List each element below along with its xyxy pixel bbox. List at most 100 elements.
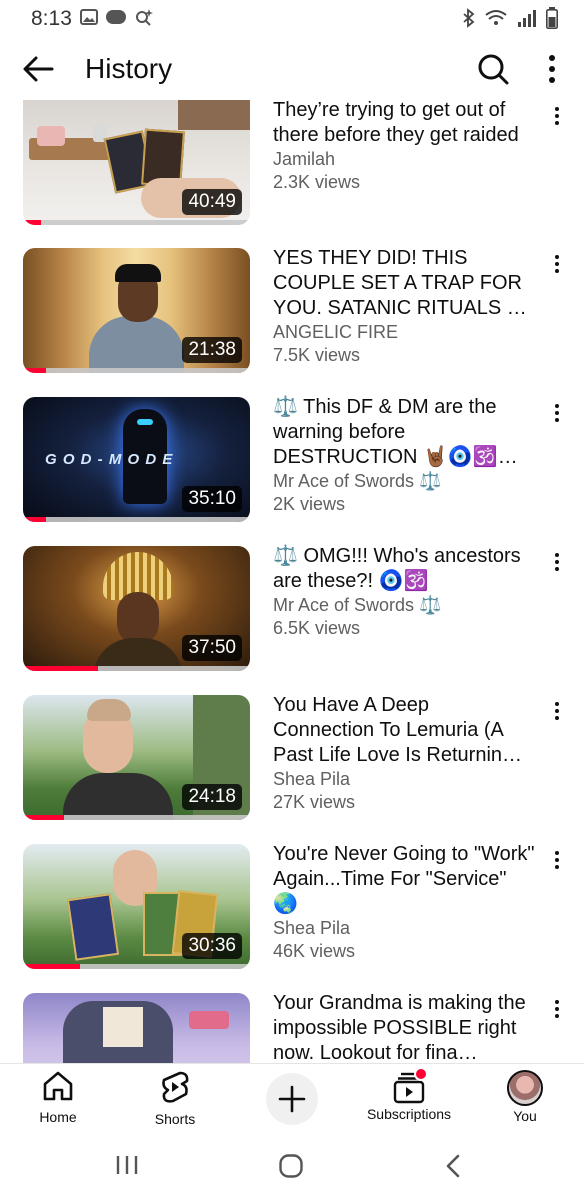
home-icon xyxy=(43,1071,73,1101)
video-thumbnail[interactable]: 21:38 xyxy=(23,248,250,373)
video-duration: 35:10 xyxy=(182,486,242,512)
wifi-icon xyxy=(485,10,507,25)
watch-progress-bar xyxy=(23,815,64,820)
video-thumbnail[interactable]: 40:49 xyxy=(23,100,250,225)
avatar xyxy=(507,1070,543,1106)
home-system-icon[interactable] xyxy=(278,1153,304,1179)
view-count: 46K views xyxy=(273,941,356,961)
back-arrow-icon[interactable] xyxy=(22,54,56,84)
news-icon xyxy=(106,10,126,24)
video-item[interactable]: 30:36 You're Never Going to "Work" Again… xyxy=(0,842,584,972)
back-system-icon[interactable] xyxy=(444,1153,462,1179)
channel-name: Mr Ace of Swords ⚖️ xyxy=(273,595,442,615)
view-count: 6.5K views xyxy=(273,618,361,638)
video-item[interactable]: Your Grandma is making the impossible PO… xyxy=(0,991,584,1063)
watch-progress-track xyxy=(23,368,250,373)
smart-search-icon xyxy=(136,9,153,26)
video-thumbnail[interactable]: 37:50 xyxy=(23,546,250,671)
video-meta: You're Never Going to "Work" Again...Tim… xyxy=(273,842,535,963)
watch-progress-track xyxy=(23,220,250,225)
video-options-icon[interactable] xyxy=(548,550,566,574)
more-vertical-icon[interactable] xyxy=(540,52,564,86)
channel-name: ANGELIC FIRE xyxy=(273,322,399,342)
video-title[interactable]: ⚖️ OMG!!! Who's ancestors are these?! 🧿🕉… xyxy=(273,544,535,594)
channel-name: Shea Pila xyxy=(273,769,351,789)
bluetooth-icon xyxy=(463,8,475,28)
search-icon[interactable] xyxy=(476,52,510,86)
video-duration: 24:18 xyxy=(182,784,242,810)
notification-dot xyxy=(414,1067,428,1081)
video-item[interactable]: 21:38 YES THEY DID! THIS COUPLE SET A TR… xyxy=(0,246,584,376)
bottom-navigation: Home Shorts Subscriptions You xyxy=(0,1063,584,1130)
nav-subscriptions-label: Subscriptions xyxy=(366,1106,452,1122)
video-meta: ⚖️ OMG!!! Who's ancestors are these?! 🧿🕉… xyxy=(273,544,535,640)
watch-progress-track xyxy=(23,815,250,820)
watch-progress-track xyxy=(23,517,250,522)
watch-progress-bar xyxy=(23,666,98,671)
shorts-icon xyxy=(162,1071,189,1103)
nav-home[interactable]: Home xyxy=(30,1070,86,1125)
video-thumbnail[interactable]: 24:18 xyxy=(23,695,250,820)
video-thumbnail[interactable]: 30:36 xyxy=(23,844,250,969)
video-duration: 21:38 xyxy=(182,337,242,363)
channel-name: Mr Ace of Swords ⚖️ xyxy=(273,471,442,491)
channel-name: Shea Pila xyxy=(273,918,351,938)
video-meta: Your Grandma is making the impossible PO… xyxy=(273,991,535,1063)
video-options-icon[interactable] xyxy=(548,104,566,128)
history-list: 40:49 They’re trying to get out of there… xyxy=(0,100,584,1063)
video-meta: You Have A Deep Connection To Lemuria (A… xyxy=(273,693,535,814)
nav-you-label: You xyxy=(513,1108,537,1124)
video-item[interactable]: 24:18 You Have A Deep Connection To Lemu… xyxy=(0,693,584,823)
nav-shorts[interactable]: Shorts xyxy=(146,1070,204,1127)
watch-progress-track xyxy=(23,666,250,671)
video-title[interactable]: ⚖️ This DF & DM are the warning before D… xyxy=(273,395,535,470)
video-options-icon[interactable] xyxy=(548,699,566,723)
battery-icon xyxy=(546,7,558,29)
watch-progress-bar xyxy=(23,220,42,225)
video-thumbnail[interactable]: G O D - M O D E 35:10 xyxy=(23,397,250,522)
view-count: 2.3K views xyxy=(273,172,361,192)
video-options-icon[interactable] xyxy=(548,848,566,872)
video-meta: YES THEY DID! THIS COUPLE SET A TRAP FOR… xyxy=(273,246,535,367)
video-duration: 37:50 xyxy=(182,635,242,661)
watch-progress-bar xyxy=(23,964,80,969)
view-count: 27K views xyxy=(273,792,356,812)
nav-you[interactable]: You xyxy=(502,1070,548,1124)
watch-progress-track xyxy=(23,964,250,969)
plus-icon xyxy=(278,1085,306,1113)
video-title[interactable]: You Have A Deep Connection To Lemuria (A… xyxy=(273,693,535,768)
video-meta: ⚖️ This DF & DM are the warning before D… xyxy=(273,395,535,516)
watch-progress-bar xyxy=(23,517,46,522)
recent-apps-icon[interactable] xyxy=(115,1154,139,1176)
create-button[interactable] xyxy=(266,1073,318,1125)
status-time: 8:13 xyxy=(31,7,72,30)
video-duration: 30:36 xyxy=(182,933,242,959)
page-title: History xyxy=(85,53,173,84)
video-options-icon[interactable] xyxy=(548,252,566,276)
nav-home-label: Home xyxy=(39,1109,77,1125)
video-duration: 40:49 xyxy=(182,189,242,215)
nav-shorts-label: Shorts xyxy=(154,1111,196,1127)
app-bar: History xyxy=(0,40,584,100)
video-title[interactable]: They’re trying to get out of there befor… xyxy=(273,100,535,148)
thumbnail-overlay-text: G O D - M O D E xyxy=(45,451,174,468)
video-title[interactable]: YES THEY DID! THIS COUPLE SET A TRAP FOR… xyxy=(273,246,535,321)
video-options-icon[interactable] xyxy=(548,401,566,425)
video-meta: They’re trying to get out of there befor… xyxy=(273,100,535,194)
video-title[interactable]: Your Grandma is making the impossible PO… xyxy=(273,991,535,1063)
gallery-icon xyxy=(80,9,98,25)
video-thumbnail[interactable] xyxy=(23,993,250,1063)
view-count: 2K views xyxy=(273,494,346,514)
video-item[interactable]: 40:49 They’re trying to get out of there… xyxy=(0,100,584,228)
video-item[interactable]: 37:50 ⚖️ OMG!!! Who's ancestors are thes… xyxy=(0,544,584,674)
status-bar: 8:13 xyxy=(0,0,584,40)
channel-name: Jamilah xyxy=(273,149,336,169)
video-options-icon[interactable] xyxy=(548,997,566,1021)
video-item[interactable]: G O D - M O D E 35:10 ⚖️ This DF & DM ar… xyxy=(0,395,584,525)
nav-subscriptions[interactable]: Subscriptions xyxy=(362,1067,456,1122)
video-title[interactable]: You're Never Going to "Work" Again...Tim… xyxy=(273,842,535,917)
watch-progress-bar xyxy=(23,368,46,373)
view-count: 7.5K views xyxy=(273,345,361,365)
signal-icon xyxy=(518,10,536,27)
system-navigation-bar xyxy=(0,1130,584,1200)
